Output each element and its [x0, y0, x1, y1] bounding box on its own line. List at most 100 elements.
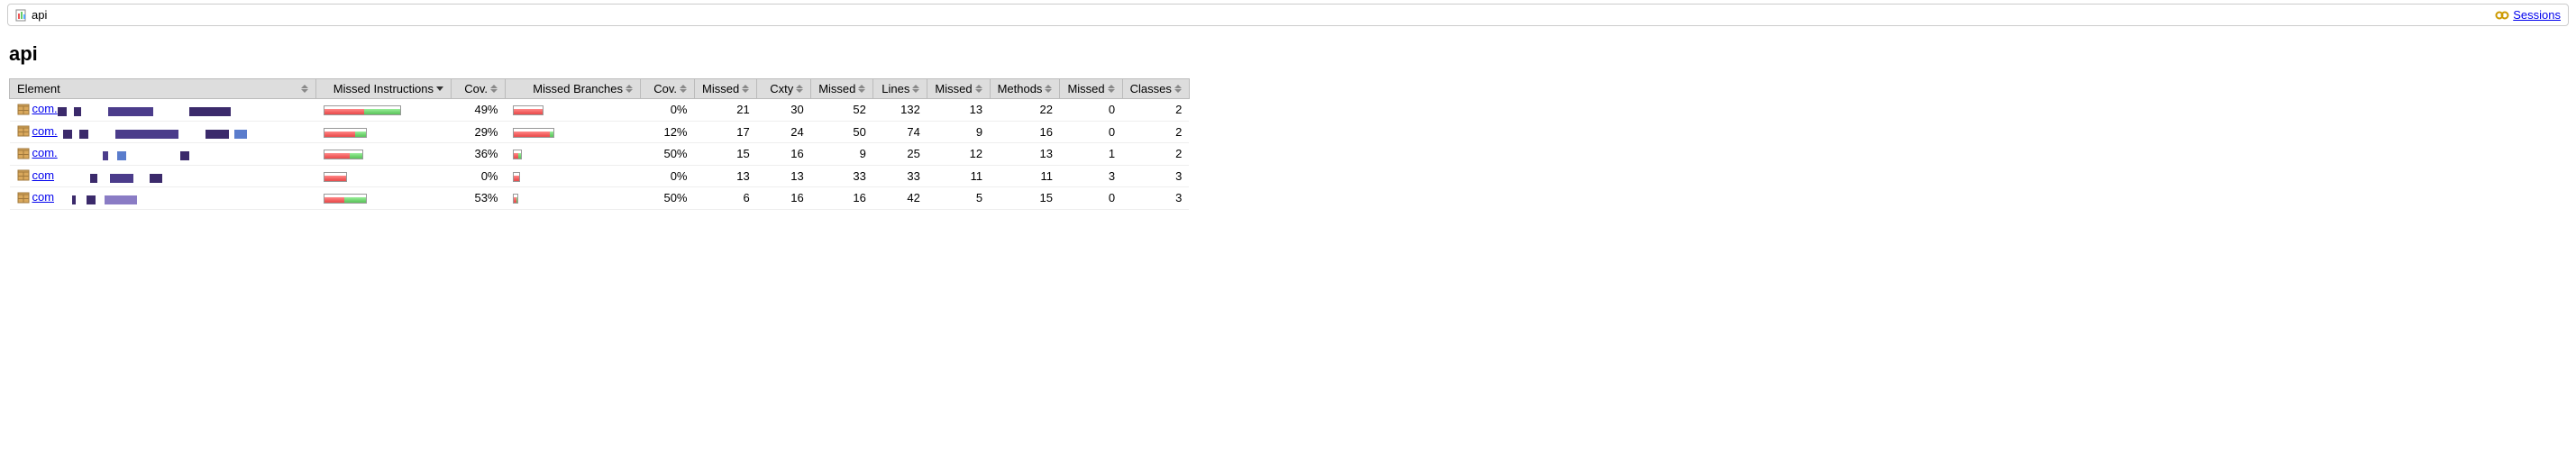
cell-missed-cxty: 17 [695, 121, 757, 143]
cell-cxty: 24 [757, 121, 811, 143]
cell-missed-methods: 9 [927, 121, 990, 143]
sort-icon [301, 85, 308, 93]
sort-icon [626, 85, 633, 93]
cell-instr-bar [316, 121, 452, 143]
cell-lines: 132 [873, 99, 927, 122]
table-row: com53%50%616164251503 [10, 187, 1190, 210]
cell-instr-bar [316, 143, 452, 166]
cell-cxty: 13 [757, 165, 811, 187]
header-missed-lines[interactable]: Missed [811, 79, 873, 99]
package-label: com. [32, 146, 58, 159]
cell-instr-cov: 49% [452, 99, 506, 122]
sort-icon [490, 85, 498, 93]
cell-branch-bar [506, 99, 641, 122]
header-missed-cxty[interactable]: Missed [695, 79, 757, 99]
sort-icon [1045, 85, 1052, 93]
cell-cxty: 16 [757, 187, 811, 210]
page-title: api [9, 42, 2567, 66]
sessions-icon [2495, 10, 2509, 21]
cell-missed-lines: 52 [811, 99, 873, 122]
redacted-text [58, 149, 189, 162]
package-link[interactable]: com. [17, 146, 58, 159]
header-missed-methods[interactable]: Missed [927, 79, 990, 99]
cell-instr-cov: 0% [452, 165, 506, 187]
cell-missed-classes: 3 [1060, 165, 1122, 187]
package-label: com. [32, 124, 58, 138]
sort-down-icon [436, 86, 443, 91]
cell-missed-methods: 11 [927, 165, 990, 187]
cell-branch-bar [506, 143, 641, 166]
header-cov-instructions[interactable]: Cov. [452, 79, 506, 99]
redacted-text [54, 170, 162, 184]
cell-element: com. [10, 143, 316, 166]
cell-methods: 16 [990, 121, 1060, 143]
breadcrumb-title: api [32, 8, 47, 22]
cell-methods: 15 [990, 187, 1060, 210]
cell-element: com [10, 187, 316, 210]
cell-missed-lines: 50 [811, 121, 873, 143]
sort-icon [912, 85, 919, 93]
header-missed-classes[interactable]: Missed [1060, 79, 1122, 99]
package-icon [17, 191, 30, 204]
redacted-text [58, 104, 240, 118]
cell-missed-lines: 16 [811, 187, 873, 210]
cell-branch-bar [506, 165, 641, 187]
cell-missed-methods: 12 [927, 143, 990, 166]
cell-branch-bar [506, 187, 641, 210]
cell-missed-methods: 13 [927, 99, 990, 122]
cell-classes: 2 [1122, 99, 1189, 122]
header-missed-instructions[interactable]: Missed Instructions [316, 79, 452, 99]
header-methods[interactable]: Methods [990, 79, 1060, 99]
breadcrumb-right: Sessions [2495, 8, 2561, 22]
sort-icon [975, 85, 982, 93]
breadcrumb-bar: api Sessions [7, 4, 2569, 26]
cell-classes: 3 [1122, 165, 1189, 187]
cell-cxty: 16 [757, 143, 811, 166]
cell-branch-cov: 12% [641, 121, 695, 143]
package-link[interactable]: com. [17, 102, 58, 115]
cell-branch-bar [506, 121, 641, 143]
package-link[interactable]: com [17, 168, 55, 182]
cell-missed-classes: 0 [1060, 187, 1122, 210]
package-label: com [32, 168, 55, 182]
cell-missed-cxty: 21 [695, 99, 757, 122]
cell-instr-bar [316, 165, 452, 187]
cell-instr-bar [316, 187, 452, 210]
cell-classes: 2 [1122, 121, 1189, 143]
cell-missed-cxty: 6 [695, 187, 757, 210]
header-element[interactable]: Element [10, 79, 316, 99]
cell-branch-cov: 50% [641, 187, 695, 210]
header-missed-branches[interactable]: Missed Branches [506, 79, 641, 99]
cell-missed-lines: 33 [811, 165, 873, 187]
sort-icon [796, 85, 803, 93]
table-row: com.49%0%213052132132202 [10, 99, 1190, 122]
report-icon [15, 9, 28, 22]
cell-methods: 22 [990, 99, 1060, 122]
header-cxty[interactable]: Cxty [757, 79, 811, 99]
cell-element: com [10, 165, 316, 187]
sort-icon [680, 85, 687, 93]
cell-element: com. [10, 121, 316, 143]
redacted-text [54, 193, 209, 206]
table-row: com.36%50%1516925121312 [10, 143, 1190, 166]
cell-classes: 3 [1122, 187, 1189, 210]
cell-missed-classes: 0 [1060, 99, 1122, 122]
package-icon [17, 103, 30, 115]
cell-branch-cov: 50% [641, 143, 695, 166]
cell-missed-cxty: 15 [695, 143, 757, 166]
package-label: com [32, 190, 55, 204]
package-link[interactable]: com. [17, 124, 58, 138]
sessions-link[interactable]: Sessions [2513, 8, 2561, 22]
breadcrumb-left: api [15, 8, 47, 22]
header-cov-branches[interactable]: Cov. [641, 79, 695, 99]
cell-missed-methods: 5 [927, 187, 990, 210]
header-classes[interactable]: Classes [1122, 79, 1189, 99]
redacted-text [58, 126, 247, 140]
cell-lines: 33 [873, 165, 927, 187]
header-lines[interactable]: Lines [873, 79, 927, 99]
cell-missed-cxty: 13 [695, 165, 757, 187]
sort-icon [1108, 85, 1115, 93]
package-label: com. [32, 102, 58, 115]
cell-missed-lines: 9 [811, 143, 873, 166]
package-link[interactable]: com [17, 190, 55, 204]
